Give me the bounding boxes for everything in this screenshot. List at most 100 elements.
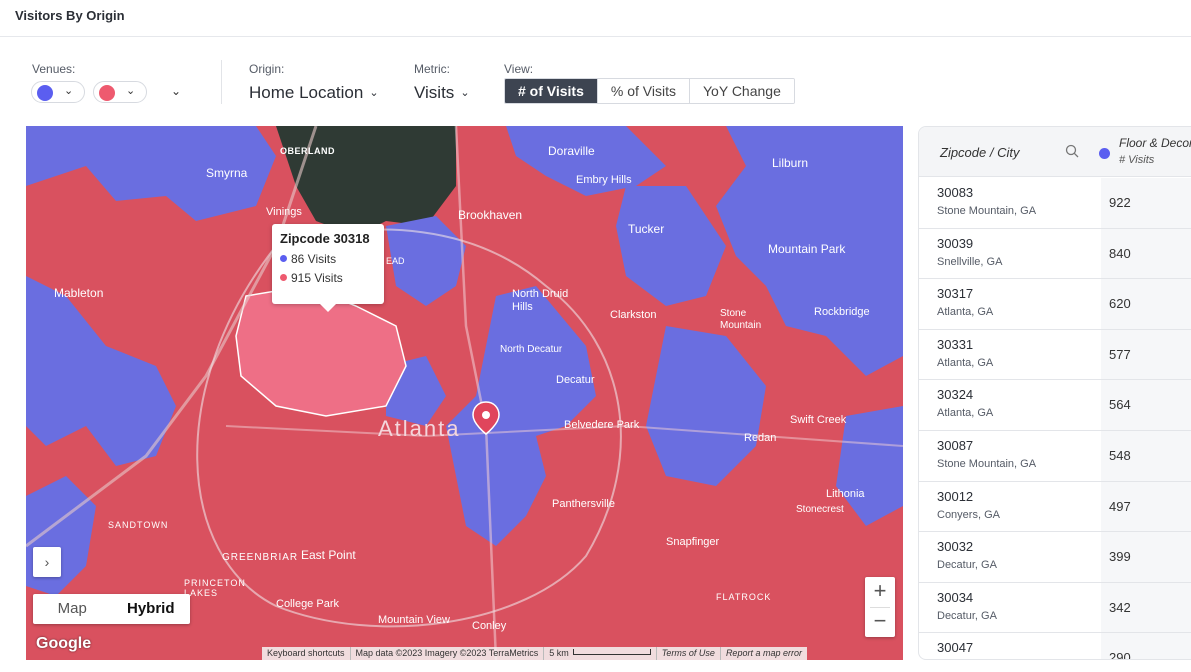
row-zipcode: 30087 (937, 437, 974, 453)
table-body: 30083 Stone Mountain, GA 922 30039 Snellvil… (919, 178, 1191, 660)
terms-of-use-link[interactable]: Terms of Use (657, 647, 721, 660)
table-header: Zipcode / City Floor & Decor # Visits (919, 127, 1191, 177)
row-zipcode: 30047 (937, 640, 974, 656)
map-place-label-sandtown: SANDTOWN (108, 520, 169, 530)
row-city: Stone Mountain, GA (937, 205, 1037, 217)
view-label: View: (504, 62, 534, 76)
choropleth-map[interactable]: OBERLAND Smyrna Vinings Mableton Brookha… (26, 126, 903, 660)
map-place-label-mountain-park: Mountain Park (768, 242, 846, 256)
tooltip-title: Zipcode 30318 (280, 231, 370, 246)
map-place-label-doraville: Doraville (548, 144, 595, 158)
origin-label: Origin: (249, 62, 285, 76)
table-row[interactable]: 30083 Stone Mountain, GA 922 (919, 178, 1191, 229)
map-place-label-north-decatur: North Decatur (500, 344, 563, 355)
row-value: 548 (1109, 447, 1131, 463)
map-place-label-ead: EAD (386, 256, 405, 266)
table-row[interactable]: 30317 Atlanta, GA 620 (919, 279, 1191, 330)
metric-column-header: # Visits (1119, 154, 1155, 166)
metric-label: Metric: (414, 62, 450, 76)
row-city: Decatur, GA (937, 609, 997, 622)
map-place-label-belvedere-park: Belvedere Park (564, 419, 640, 431)
zoom-out-button[interactable]: − (865, 607, 895, 637)
table-row[interactable]: 30032 Decatur, GA 399 (919, 532, 1191, 583)
venue-2-color-dot (99, 85, 115, 101)
map-place-label-rockbridge: Rockbridge (814, 306, 870, 318)
map-place-label-vinings: Vinings (266, 206, 302, 218)
row-value: 922 (1109, 195, 1131, 210)
map-place-label-embry-hills: Embry Hills (576, 174, 632, 186)
table-row[interactable]: 30034 Decatur, GA 342 (919, 582, 1191, 634)
add-venue-chevron-icon[interactable]: ⌄ (171, 84, 181, 98)
venues-label: Venues: (32, 62, 76, 76)
table-row[interactable]: 30012 Conyers, GA 497 (919, 481, 1191, 533)
row-zipcode: 30032 (937, 539, 974, 555)
row-zipcode: 30324 (937, 387, 974, 403)
map-place-label-atlanta: Atlanta (378, 416, 461, 441)
row-city: Conyers, GA (937, 508, 1000, 521)
map-place-label-conley: Conley (472, 620, 507, 632)
row-city: Decatur, GA (937, 559, 997, 572)
origin-value: Home Location (249, 83, 364, 102)
filters-bar: Venues: ⌄ ⌄ ⌄ Origin: Home Location ⌄ Met… (0, 58, 1191, 118)
map-place-label-lithonia: Lithonia (826, 488, 865, 500)
report-map-error-link[interactable]: Report a map error (721, 647, 807, 660)
venue-1-color-dot (37, 85, 53, 101)
view-option-percent-of-visits[interactable]: % of Visits (596, 79, 689, 103)
table-row[interactable]: 30324 Atlanta, GA 564 (919, 380, 1191, 431)
row-city: Atlanta, GA (937, 356, 994, 369)
row-city: Snellville, GA (937, 255, 1003, 268)
row-value: 342 (1109, 599, 1131, 615)
venue-color-dot (1099, 148, 1110, 159)
tooltip-row-venue-2: 915 Visits (280, 269, 376, 288)
zipcode-city-column-header[interactable]: Zipcode / City (940, 145, 1019, 160)
chevron-down-icon: ⌄ (460, 87, 470, 99)
zipcode-table: Zipcode / City Floor & Decor # Visits 30… (918, 126, 1191, 660)
map-place-label-east-point: East Point (301, 548, 356, 562)
venue-2-color-dot (280, 274, 287, 281)
expand-panel-button[interactable]: › (33, 547, 61, 577)
map-attribution-bar: Keyboard shortcuts Map data ©2023 Imager… (262, 647, 807, 660)
map-place-label-decatur: Decatur (556, 374, 595, 386)
map-place-label-oberland: OBERLAND (280, 146, 335, 156)
view-segmented-control: # of Visits % of Visits YoY Change (504, 78, 795, 104)
venue-column-header[interactable]: Floor & Decor (1119, 136, 1191, 150)
map-place-label-redan: Redan (744, 432, 777, 444)
row-zipcode: 30317 (937, 286, 974, 302)
metric-value: Visits (414, 83, 455, 102)
tooltip-row-venue-1: 86 Visits (280, 250, 376, 269)
page-header: Visitors By Origin (0, 0, 1191, 37)
view-option-yoy-change[interactable]: YoY Change (689, 79, 794, 103)
table-row[interactable]: 30047 290 (919, 633, 1191, 660)
venue-1-selector[interactable]: ⌄ (31, 81, 85, 103)
map-scale: 5 km (544, 647, 657, 660)
venue-2-selector[interactable]: ⌄ (93, 81, 147, 103)
table-row[interactable]: 30331 Atlanta, GA 577 (919, 329, 1191, 381)
row-value: 290 (1109, 650, 1131, 660)
map-type-hybrid-button[interactable]: Hybrid (112, 594, 191, 624)
search-icon[interactable] (1065, 144, 1079, 158)
chevron-down-icon: ⌄ (369, 87, 379, 99)
google-logo: Google (36, 635, 92, 652)
origin-dropdown[interactable]: Home Location ⌄ (249, 83, 379, 103)
table-row[interactable]: 30087 Stone Mountain, GA 548 (919, 430, 1191, 482)
map-type-map-button[interactable]: Map (33, 594, 112, 624)
view-option-number-of-visits[interactable]: # of Visits (505, 79, 597, 103)
map-place-label-stonecrest: Stonecrest (796, 504, 844, 515)
row-city: Stone Mountain, GA (937, 457, 1037, 470)
map-place-label-lilburn: Lilburn (772, 156, 809, 170)
map-canvas (26, 126, 903, 660)
row-zipcode: 30331 (937, 336, 974, 352)
map-place-label-clarkston: Clarkston (610, 309, 657, 321)
row-value: 497 (1109, 498, 1131, 514)
map-place-label-tucker: Tucker (628, 222, 665, 236)
page-title: Visitors By Origin (15, 8, 125, 23)
row-zipcode: 30083 (937, 185, 974, 200)
keyboard-shortcuts-link[interactable]: Keyboard shortcuts (262, 647, 351, 660)
map-place-label-smyrna: Smyrna (206, 166, 248, 180)
divider (221, 60, 222, 104)
metric-dropdown[interactable]: Visits ⌄ (414, 83, 470, 103)
table-row[interactable]: 30039 Snellville, GA 840 (919, 228, 1191, 280)
zoom-in-button[interactable]: + (865, 577, 895, 607)
map-place-label-swift-creek: Swift Creek (790, 414, 847, 426)
row-zipcode: 30034 (937, 589, 974, 605)
